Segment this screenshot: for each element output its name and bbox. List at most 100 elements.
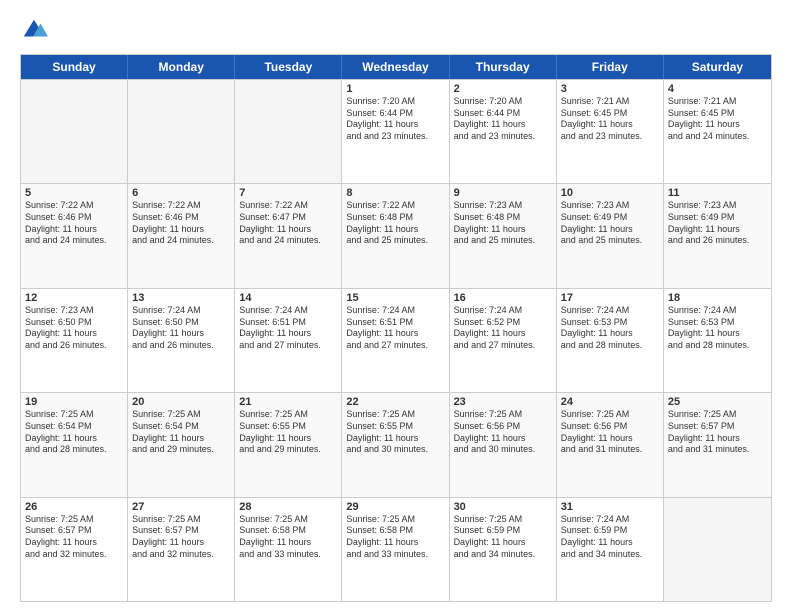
sunset-text: Sunset: 6:58 PM [346,525,444,537]
daylight-text: Daylight: 11 hours [668,224,767,236]
daylight-minutes-text: and and 24 minutes. [239,235,337,247]
calendar-cell: 28Sunrise: 7:25 AMSunset: 6:58 PMDayligh… [235,498,342,601]
daylight-minutes-text: and and 24 minutes. [668,131,767,143]
weekday-header-tuesday: Tuesday [235,55,342,79]
daylight-minutes-text: and and 24 minutes. [25,235,123,247]
sunrise-text: Sunrise: 7:23 AM [25,305,123,317]
sunrise-text: Sunrise: 7:24 AM [561,305,659,317]
day-number: 17 [561,292,659,304]
calendar-cell: 20Sunrise: 7:25 AMSunset: 6:54 PMDayligh… [128,393,235,496]
calendar-row: 5Sunrise: 7:22 AMSunset: 6:46 PMDaylight… [21,183,771,287]
daylight-text: Daylight: 11 hours [668,433,767,445]
calendar-cell: 18Sunrise: 7:24 AMSunset: 6:53 PMDayligh… [664,289,771,392]
calendar-cell: 22Sunrise: 7:25 AMSunset: 6:55 PMDayligh… [342,393,449,496]
daylight-minutes-text: and and 25 minutes. [346,235,444,247]
calendar-cell: 24Sunrise: 7:25 AMSunset: 6:56 PMDayligh… [557,393,664,496]
calendar-cell: 8Sunrise: 7:22 AMSunset: 6:48 PMDaylight… [342,184,449,287]
sunset-text: Sunset: 6:46 PM [132,212,230,224]
daylight-minutes-text: and and 32 minutes. [132,549,230,561]
calendar-cell: 14Sunrise: 7:24 AMSunset: 6:51 PMDayligh… [235,289,342,392]
daylight-text: Daylight: 11 hours [346,537,444,549]
daylight-text: Daylight: 11 hours [25,537,123,549]
day-number: 5 [25,187,123,199]
calendar-cell: 13Sunrise: 7:24 AMSunset: 6:50 PMDayligh… [128,289,235,392]
day-number: 7 [239,187,337,199]
sunset-text: Sunset: 6:59 PM [454,525,552,537]
sunset-text: Sunset: 6:54 PM [132,421,230,433]
daylight-text: Daylight: 11 hours [132,433,230,445]
sunrise-text: Sunrise: 7:25 AM [668,409,767,421]
sunrise-text: Sunrise: 7:22 AM [346,200,444,212]
sunrise-text: Sunrise: 7:21 AM [668,96,767,108]
sunset-text: Sunset: 6:55 PM [346,421,444,433]
sunrise-text: Sunrise: 7:25 AM [25,409,123,421]
sunset-text: Sunset: 6:51 PM [239,317,337,329]
day-number: 12 [25,292,123,304]
sunset-text: Sunset: 6:57 PM [668,421,767,433]
sunset-text: Sunset: 6:44 PM [346,108,444,120]
calendar-cell: 26Sunrise: 7:25 AMSunset: 6:57 PMDayligh… [21,498,128,601]
daylight-text: Daylight: 11 hours [561,433,659,445]
sunrise-text: Sunrise: 7:25 AM [132,409,230,421]
sunset-text: Sunset: 6:53 PM [668,317,767,329]
day-number: 29 [346,501,444,513]
sunrise-text: Sunrise: 7:24 AM [561,514,659,526]
sunset-text: Sunset: 6:44 PM [454,108,552,120]
day-number: 2 [454,83,552,95]
sunrise-text: Sunrise: 7:20 AM [346,96,444,108]
daylight-text: Daylight: 11 hours [668,119,767,131]
daylight-minutes-text: and and 29 minutes. [239,444,337,456]
sunrise-text: Sunrise: 7:22 AM [132,200,230,212]
sunset-text: Sunset: 6:48 PM [454,212,552,224]
daylight-text: Daylight: 11 hours [346,119,444,131]
sunset-text: Sunset: 6:54 PM [25,421,123,433]
weekday-header-friday: Friday [557,55,664,79]
sunset-text: Sunset: 6:45 PM [668,108,767,120]
daylight-minutes-text: and and 23 minutes. [346,131,444,143]
daylight-text: Daylight: 11 hours [25,224,123,236]
sunrise-text: Sunrise: 7:24 AM [346,305,444,317]
sunset-text: Sunset: 6:57 PM [132,525,230,537]
day-number: 20 [132,396,230,408]
daylight-minutes-text: and and 31 minutes. [668,444,767,456]
calendar-cell: 25Sunrise: 7:25 AMSunset: 6:57 PMDayligh… [664,393,771,496]
sunset-text: Sunset: 6:45 PM [561,108,659,120]
calendar-cell: 27Sunrise: 7:25 AMSunset: 6:57 PMDayligh… [128,498,235,601]
sunrise-text: Sunrise: 7:25 AM [454,514,552,526]
calendar-cell: 7Sunrise: 7:22 AMSunset: 6:47 PMDaylight… [235,184,342,287]
day-number: 27 [132,501,230,513]
sunset-text: Sunset: 6:46 PM [25,212,123,224]
daylight-minutes-text: and and 32 minutes. [25,549,123,561]
sunset-text: Sunset: 6:50 PM [132,317,230,329]
calendar-cell: 2Sunrise: 7:20 AMSunset: 6:44 PMDaylight… [450,80,557,183]
calendar-cell: 11Sunrise: 7:23 AMSunset: 6:49 PMDayligh… [664,184,771,287]
sunset-text: Sunset: 6:51 PM [346,317,444,329]
daylight-minutes-text: and and 25 minutes. [454,235,552,247]
daylight-text: Daylight: 11 hours [25,328,123,340]
day-number: 30 [454,501,552,513]
day-number: 9 [454,187,552,199]
sunrise-text: Sunrise: 7:25 AM [561,409,659,421]
daylight-text: Daylight: 11 hours [346,433,444,445]
sunset-text: Sunset: 6:57 PM [25,525,123,537]
daylight-minutes-text: and and 24 minutes. [132,235,230,247]
sunset-text: Sunset: 6:49 PM [668,212,767,224]
sunrise-text: Sunrise: 7:22 AM [239,200,337,212]
sunset-text: Sunset: 6:59 PM [561,525,659,537]
calendar-cell [21,80,128,183]
daylight-minutes-text: and and 34 minutes. [454,549,552,561]
calendar-cell: 17Sunrise: 7:24 AMSunset: 6:53 PMDayligh… [557,289,664,392]
sunrise-text: Sunrise: 7:25 AM [239,409,337,421]
daylight-text: Daylight: 11 hours [454,119,552,131]
day-number: 4 [668,83,767,95]
calendar-cell: 12Sunrise: 7:23 AMSunset: 6:50 PMDayligh… [21,289,128,392]
daylight-text: Daylight: 11 hours [668,328,767,340]
daylight-text: Daylight: 11 hours [561,119,659,131]
sunrise-text: Sunrise: 7:23 AM [668,200,767,212]
day-number: 31 [561,501,659,513]
day-number: 1 [346,83,444,95]
daylight-text: Daylight: 11 hours [132,328,230,340]
day-number: 14 [239,292,337,304]
daylight-minutes-text: and and 26 minutes. [25,340,123,352]
daylight-text: Daylight: 11 hours [132,224,230,236]
